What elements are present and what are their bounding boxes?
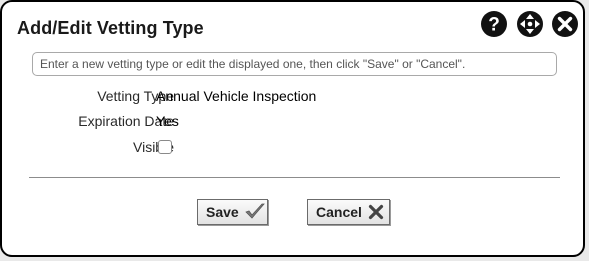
visible-checkbox[interactable]	[158, 140, 172, 154]
x-mark-icon	[368, 204, 384, 220]
instruction-text: Enter a new vetting type or edit the dis…	[32, 52, 557, 76]
svg-text:?: ?	[488, 15, 500, 36]
vetting-type-dialog: Add/Edit Vetting Type ? Enter a new vett…	[0, 0, 585, 257]
move-icon[interactable]	[516, 10, 544, 38]
expiration-date-label: Expiration Date	[78, 113, 174, 129]
save-button[interactable]: Save	[197, 199, 268, 225]
close-icon[interactable]	[551, 10, 579, 38]
divider	[29, 177, 560, 178]
cancel-button[interactable]: Cancel	[307, 199, 390, 225]
help-icon[interactable]: ?	[480, 10, 508, 38]
save-button-label: Save	[206, 204, 239, 220]
cancel-button-label: Cancel	[316, 204, 362, 220]
expiration-date-value: Yes	[156, 113, 179, 129]
vetting-type-label: Vetting Type	[97, 88, 174, 104]
visible-row: Visible	[2, 139, 174, 157]
expiration-date-row: Expiration Date Yes	[2, 113, 179, 131]
dialog-title: Add/Edit Vetting Type	[17, 18, 204, 38]
vetting-type-row: Vetting Type Annual Vehicle Inspection	[2, 88, 316, 106]
vetting-type-value: Annual Vehicle Inspection	[156, 88, 317, 104]
checkmark-icon	[244, 203, 265, 221]
visible-label: Visible	[133, 139, 174, 155]
